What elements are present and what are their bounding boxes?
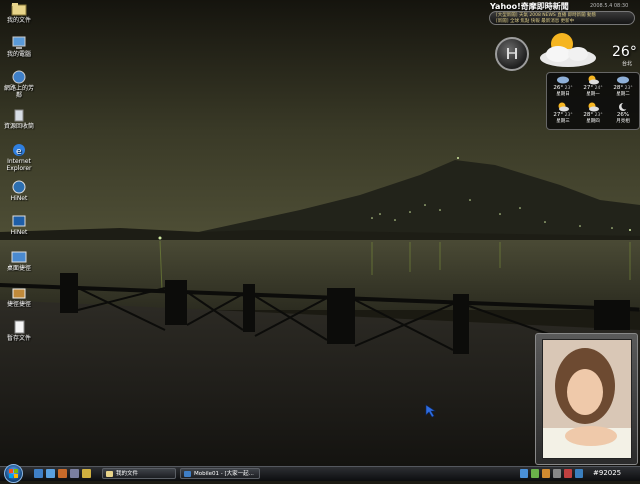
forecast-high: 28° xyxy=(613,85,624,91)
quick-launch-desktop-icon[interactable] xyxy=(46,469,55,478)
desktop-icon-recycle-bin[interactable]: 資源回收筒 xyxy=(2,108,36,130)
svg-text:e: e xyxy=(16,147,22,157)
slideshow-photo[interactable] xyxy=(542,339,632,459)
forecast-low: 23° xyxy=(624,86,633,91)
yahoo-news-gadget[interactable]: Yahoo!奇摩即時新聞 2008.5.4 08:30 [大型新聞] 天氣 20… xyxy=(486,0,638,30)
tray-app-icon[interactable] xyxy=(575,469,583,478)
desktop-icon-label: 資源回收筒 xyxy=(3,123,34,130)
forecast-day: 27° 24° 星期一 xyxy=(579,75,607,101)
sun-cloud-icon xyxy=(540,33,596,67)
quick-launch-media-icon[interactable] xyxy=(58,469,67,478)
windows-logo-icon xyxy=(9,469,18,478)
forecast-day-label: 星期日 xyxy=(556,92,570,97)
network-icon xyxy=(11,70,27,84)
moon-illumination: 26% xyxy=(616,112,630,118)
quick-launch-window-icon[interactable] xyxy=(70,469,79,478)
desktop-icon-label: 我的文件 xyxy=(6,17,31,24)
task-label: Mobile01 - [大家一起... xyxy=(194,471,254,477)
forecast-high: 28° xyxy=(583,112,594,118)
forecast-day: 27° 23° 星期三 xyxy=(549,102,577,128)
gadget-date: 2008.5.4 08:30 xyxy=(590,3,629,9)
desktop-icon-label: Internet Explorer xyxy=(6,158,32,172)
desktop-icon-label: HiNet xyxy=(10,229,28,236)
rain-cloud-icon xyxy=(616,75,630,85)
mouse-cursor-icon xyxy=(425,404,436,418)
forecast-day-label: 星期四 xyxy=(586,119,600,124)
forecast-low: 23° xyxy=(564,113,573,118)
desktop-icon-label: HiNet xyxy=(10,195,28,202)
desktop-icon-my-computer[interactable]: 我的電腦 xyxy=(2,36,36,58)
news-ticker[interactable]: [大型新聞] 天氣 2008 NEWS 直播 即時新聞 動態 [新聞] 全球 焦… xyxy=(489,11,635,25)
clock-face-icon xyxy=(507,48,517,59)
document-icon xyxy=(11,320,27,334)
photo-frame-gadget[interactable] xyxy=(535,333,638,465)
desktop-icon-label: 暫存文件 xyxy=(6,335,31,342)
forecast-high: 27° xyxy=(583,85,594,91)
archive-icon xyxy=(11,286,27,300)
hinet-icon xyxy=(11,214,27,228)
forecast-day-label: 月亮相 xyxy=(616,119,630,124)
forecast-high: 27° xyxy=(553,112,564,118)
tray-app-icon[interactable] xyxy=(531,469,539,478)
taskbar: 我的文件 Mobile01 - [大家一起... #92025 xyxy=(0,464,640,483)
sun-cloud-icon xyxy=(586,75,600,85)
desktop-icon-label: 桌面捷徑 xyxy=(6,265,31,272)
tray-network-icon[interactable] xyxy=(520,469,528,478)
forecast-low: 24° xyxy=(594,86,603,91)
desktop-icon-hinet[interactable]: HiNet xyxy=(2,180,36,202)
weather-gadget[interactable]: 26° 台北 26° 23° 星期日 27° 24° 星期一 28° 23° 星… xyxy=(530,30,640,130)
forecast-day: 28° 23° 星期四 xyxy=(579,102,607,128)
task-mobile01-browser[interactable]: Mobile01 - [大家一起... xyxy=(180,468,260,479)
quick-launch-ie-icon[interactable] xyxy=(34,469,43,478)
task-label: 我的文件 xyxy=(116,471,139,477)
desktop-icon-my-documents[interactable]: 我的文件 xyxy=(2,2,36,24)
desktop-icon-label: 網路上的芳鄰 xyxy=(3,85,34,99)
hinet-icon xyxy=(11,180,27,194)
moon-icon xyxy=(616,102,630,112)
task-my-documents[interactable]: 我的文件 xyxy=(102,468,176,479)
sun-cloud-icon xyxy=(586,102,600,112)
desktop-icon-label: 捷徑捷徑 xyxy=(6,301,31,308)
weather-city: 台北 xyxy=(622,61,633,67)
folder-icon xyxy=(11,2,27,16)
desktop-icon-label: 我的電腦 xyxy=(6,51,31,58)
forecast-day-label: 星期二 xyxy=(616,92,630,97)
start-button[interactable] xyxy=(4,464,23,483)
rain-cloud-icon xyxy=(556,75,570,85)
sun-cloud-icon xyxy=(556,102,570,112)
folder-icon xyxy=(106,471,113,477)
forecast-day: 28° 23° 星期二 xyxy=(609,75,637,101)
internet-explorer-icon xyxy=(184,471,191,477)
desktop-icon-temp-file[interactable]: 暫存文件 xyxy=(2,320,36,342)
quick-launch-folder-icon[interactable] xyxy=(82,469,91,478)
tray-app-icon[interactable] xyxy=(542,469,550,478)
recycle-bin-icon xyxy=(11,108,27,122)
desktop-icon-hinet-2[interactable]: HiNet xyxy=(2,214,36,236)
forecast-day-label: 星期一 xyxy=(586,92,600,97)
internet-explorer-icon: e xyxy=(11,143,27,157)
ticker-line[interactable]: [新聞] 全球 焦點 快報 最新消息 更新中 xyxy=(496,19,628,24)
computer-icon xyxy=(11,36,27,50)
forecast-low: 23° xyxy=(564,86,573,91)
current-temperature: 26° xyxy=(612,44,637,60)
tray-volume-icon[interactable] xyxy=(553,469,561,478)
tray-security-icon[interactable] xyxy=(564,469,572,478)
forecast-day: 26° 23° 星期日 xyxy=(549,75,577,101)
desktop-icon-network[interactable]: 網路上的芳鄰 xyxy=(2,70,36,99)
forecast-panel[interactable]: 26° 23° 星期日 27° 24° 星期一 28° 23° 星期二 27° … xyxy=(546,72,640,130)
desktop-icon-internet-explorer[interactable]: e Internet Explorer xyxy=(2,143,36,172)
tray-clock[interactable]: #92025 xyxy=(593,468,621,479)
window-icon xyxy=(11,250,27,264)
forecast-high: 26° xyxy=(553,85,564,91)
desktop-icon-shortcut[interactable]: 桌面捷徑 xyxy=(2,250,36,272)
forecast-day-label: 星期三 xyxy=(556,119,570,124)
clock-gadget[interactable] xyxy=(495,37,529,71)
desktop-icon-shortcut-2[interactable]: 捷徑捷徑 xyxy=(2,286,36,308)
forecast-low: 23° xyxy=(594,113,603,118)
forecast-moon: 26% 月亮相 xyxy=(609,102,637,128)
